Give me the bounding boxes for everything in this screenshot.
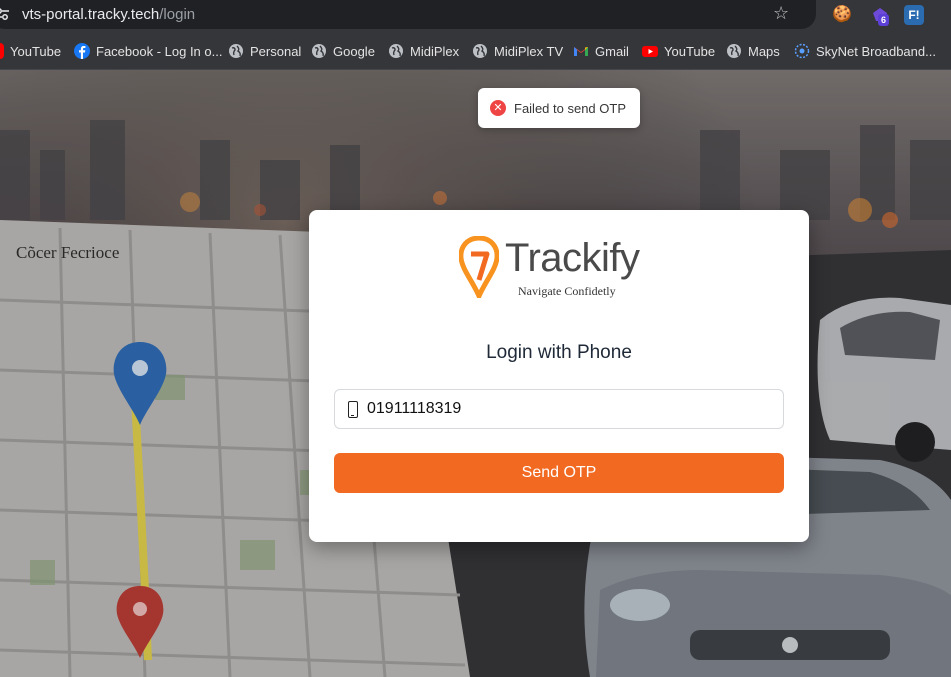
bookmark-label: Maps [748,43,780,59]
url-host: vts-portal.tracky.tech [22,6,160,23]
bookmark-personal[interactable]: Personal [228,43,301,59]
globe-icon [312,44,326,58]
bookmark-label: Gmail [595,43,629,59]
bookmark-midiplex-tv[interactable]: MidiPlex TV [472,43,563,59]
facebook-icon [74,43,90,59]
phone-input[interactable] [367,390,767,428]
error-icon: ✕ [490,100,506,116]
location-pin-logo-icon [459,236,499,298]
url-path: /login [159,6,196,23]
bookmark-youtube-1[interactable]: YouTube [0,43,61,59]
bookmark-label: Google [333,43,375,59]
trackify-logo: Trackify Navigate Confidetly [459,236,669,298]
site-settings-icon[interactable] [0,6,10,22]
gmail-icon [574,47,588,56]
bookmark-label: SkyNet Broadband... [816,43,936,59]
phone-icon [348,401,358,418]
bookmark-star-icon[interactable]: ☆ [773,3,789,24]
bookmark-midiplex[interactable]: MidiPlex [388,43,459,59]
bookmark-skynet[interactable]: SkyNet Broadband... [794,43,936,59]
bookmark-facebook[interactable]: Facebook - Log In o... [74,43,222,59]
bookmark-label: MidiPlex [410,43,460,59]
bookmark-youtube-2[interactable]: YouTube [642,43,715,59]
toast-message: Failed to send OTP [514,100,626,116]
error-toast: ✕ Failed to send OTP [478,88,640,128]
skynet-icon [794,43,810,59]
send-otp-button[interactable]: Send OTP [334,453,784,493]
bookmark-label: Facebook - Log In o... [96,43,223,59]
bookmark-google[interactable]: Google [311,43,375,59]
globe-icon [389,44,403,58]
bookmark-label: Personal [250,43,302,59]
login-card: Trackify Navigate Confidetly Login with … [309,210,809,542]
bookmarks-bar: YouTube Facebook - Log In o... Personal … [0,31,951,70]
globe-icon [473,44,487,58]
globe-icon [229,44,243,58]
bookmark-maps[interactable]: Maps [726,43,780,59]
bookmark-gmail[interactable]: Gmail [573,43,629,59]
bookmark-label: MidiPlex TV [494,43,564,59]
browser-toolbar: vts-portal.tracky.tech/login ☆ 🍪 6 F! [0,0,951,31]
bookmark-label: YouTube [10,43,62,59]
globe-icon [727,44,741,58]
cookie-extension-icon[interactable]: 🍪 [832,5,852,25]
address-bar[interactable]: vts-portal.tracky.tech/login ☆ [0,0,816,29]
brand-name: Trackify [505,236,640,280]
youtube-icon [642,46,658,57]
extension-badge: 6 [878,14,890,26]
bookmark-label: YouTube [664,43,716,59]
youtube-icon [0,43,4,59]
login-heading: Login with Phone [486,342,632,363]
phone-field[interactable] [334,389,784,429]
brand-tagline: Navigate Confidetly [518,284,616,298]
f-extension-icon[interactable]: F! [904,5,924,25]
url-text[interactable]: vts-portal.tracky.tech/login [22,6,195,23]
